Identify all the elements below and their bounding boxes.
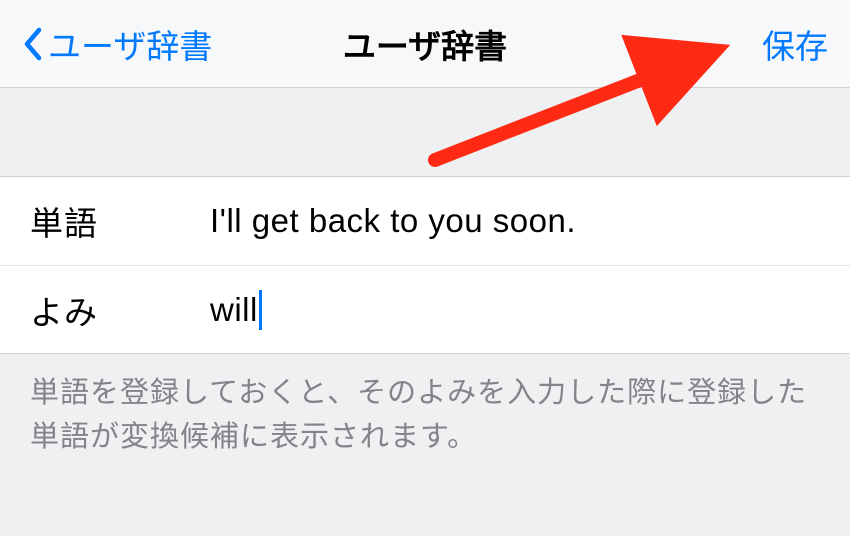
- footer-hint: 単語を登録しておくと、そのよみを入力した際に登録した単語が変換候補に表示されます…: [0, 354, 850, 477]
- back-label: ユーザ辞書: [48, 20, 212, 68]
- reading-input[interactable]: will: [210, 290, 850, 330]
- navbar: ユーザ辞書 ユーザ辞書 保存: [0, 0, 850, 88]
- word-input[interactable]: [210, 202, 850, 240]
- reading-value: will: [210, 291, 258, 329]
- text-cursor-icon: [259, 290, 262, 330]
- save-button[interactable]: 保存: [762, 20, 828, 68]
- reading-label: よみ: [30, 286, 210, 334]
- spacer: [0, 88, 850, 176]
- back-button[interactable]: ユーザ辞書: [22, 20, 212, 68]
- form: 単語 よみ will: [0, 176, 850, 354]
- page-title: ユーザ辞書: [343, 20, 507, 68]
- word-row: 単語: [0, 177, 850, 265]
- chevron-left-icon: [22, 27, 42, 61]
- reading-row: よみ will: [0, 265, 850, 353]
- word-label: 単語: [30, 197, 210, 245]
